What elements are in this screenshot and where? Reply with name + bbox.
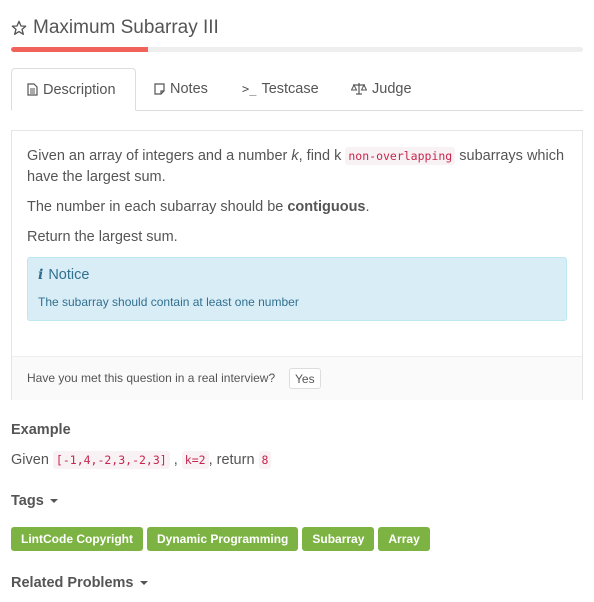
text: , find k — [298, 148, 346, 164]
text: Given — [11, 452, 53, 468]
text: , return — [208, 452, 259, 468]
tag-array[interactable]: Array — [378, 527, 430, 551]
tab-description[interactable]: Description — [11, 68, 136, 111]
interview-question: Have you met this question in a real int… — [27, 371, 276, 385]
description-panel: Given an array of integers and a number … — [11, 130, 583, 400]
k-variable: k — [291, 148, 299, 164]
tags-toggle[interactable]: Tags — [11, 493, 58, 509]
tab-label: Notes — [170, 80, 208, 97]
description-paragraph: Given an array of integers and a number … — [27, 146, 567, 188]
notice-box: i Notice The subarray should contain at … — [27, 257, 567, 321]
code-inline: k=2 — [181, 451, 209, 469]
description-paragraph: Return the largest sum. — [27, 229, 178, 245]
tag-subarray[interactable]: Subarray — [302, 527, 375, 551]
text: , — [169, 452, 182, 468]
tab-bar: Description Notes >_ Testcase Judge — [11, 68, 583, 111]
tab-label: Testcase — [261, 80, 319, 97]
tag-dynamic-programming[interactable]: Dynamic Programming — [146, 527, 299, 551]
notice-title-text: Notice — [48, 267, 90, 283]
tag-list: LintCode Copyright Dynamic Programming S… — [11, 527, 434, 551]
related-problems-toggle[interactable]: Related Problems — [11, 575, 148, 591]
caret-down-icon — [49, 499, 58, 503]
tab-notes[interactable]: Notes — [154, 68, 208, 109]
related-heading: Related Problems — [11, 575, 134, 591]
info-icon: i — [38, 267, 44, 283]
page-title: Maximum Subarray III — [33, 17, 219, 38]
note-icon — [154, 82, 165, 95]
example-heading: Example — [11, 422, 71, 438]
balance-scale-icon — [351, 83, 367, 95]
terminal-icon: >_ — [242, 81, 257, 96]
tab-judge[interactable]: Judge — [351, 68, 412, 109]
star-icon[interactable] — [11, 20, 27, 36]
tab-label: Judge — [372, 80, 412, 97]
text: . — [365, 199, 370, 215]
problem-title-bar: Maximum Subarray III — [11, 14, 219, 42]
example-line: Given [-1,4,-2,3,-2,3] , k=2, return 8 — [11, 451, 272, 469]
code-inline: 8 — [258, 451, 272, 469]
tag-lintcode-copyright[interactable]: LintCode Copyright — [11, 527, 143, 551]
description-body: Given an array of integers and a number … — [27, 146, 567, 257]
code-inline: [-1,4,-2,3,-2,3] — [52, 451, 170, 469]
text: Given an array of integers and a number — [27, 148, 292, 164]
tags-heading: Tags — [11, 493, 44, 509]
notice-text: The subarray should contain at least one… — [38, 295, 299, 309]
progress-bar — [11, 47, 583, 52]
notice-title: i Notice — [38, 267, 89, 283]
caret-down-icon — [139, 581, 148, 585]
tab-label: Description — [43, 81, 116, 98]
interview-footer: Have you met this question in a real int… — [12, 356, 582, 400]
file-text-icon — [27, 83, 38, 96]
yes-button[interactable]: Yes — [289, 368, 321, 389]
text: The number in each subarray should be — [27, 199, 288, 215]
progress-fill — [11, 47, 149, 52]
code-inline: non-overlapping — [345, 147, 456, 165]
bold-text: contiguous — [287, 199, 366, 215]
description-paragraph: The number in each subarray should be co… — [27, 197, 567, 218]
tab-testcase[interactable]: >_ Testcase — [242, 68, 319, 109]
